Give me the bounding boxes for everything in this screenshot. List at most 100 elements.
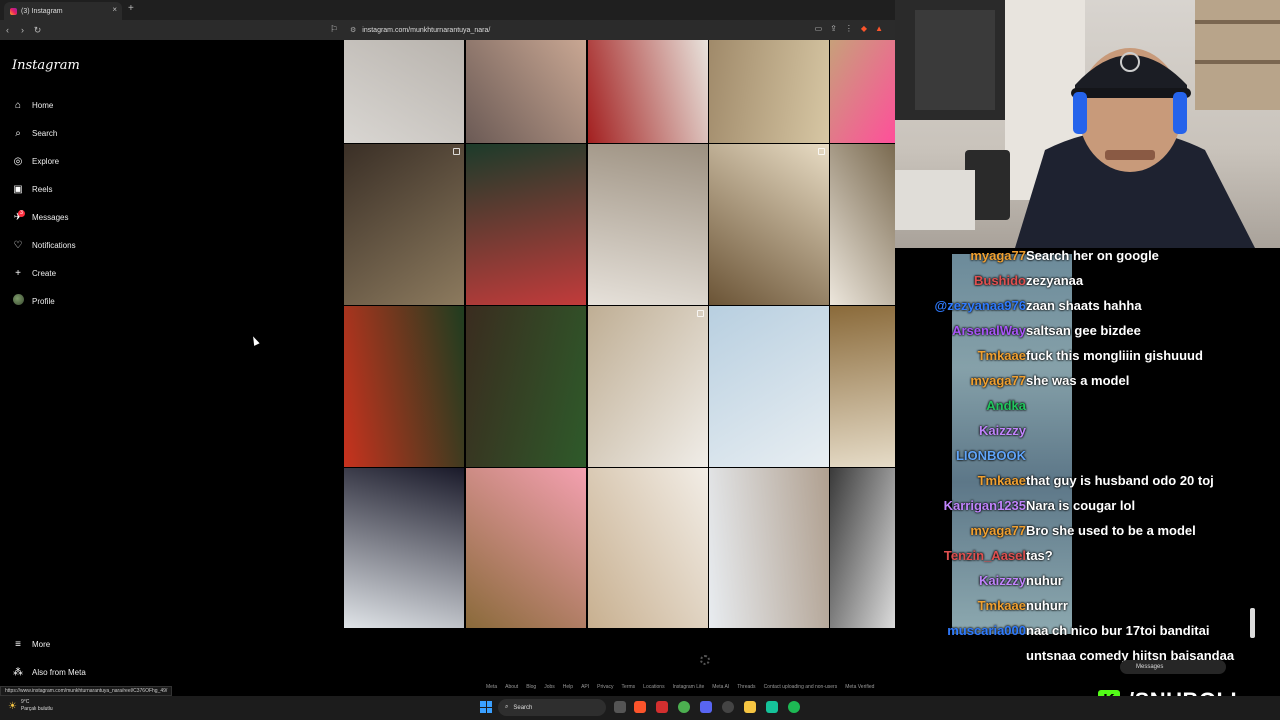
back-icon[interactable]: ‹ [0, 25, 15, 35]
reload-icon[interactable]: ↻ [30, 25, 45, 36]
post-thumbnail[interactable] [588, 468, 708, 628]
weather-desc: Parçalı bulutlu [20, 706, 53, 712]
post-thumbnail[interactable] [466, 306, 586, 467]
file-explorer-icon[interactable] [744, 701, 756, 713]
chat-username: Bushido [974, 273, 1026, 288]
sidebar-item-more[interactable]: ≡ More [12, 637, 50, 651]
new-tab-button[interactable]: + [128, 3, 134, 14]
sidebar-item-profile[interactable]: Profile [12, 294, 55, 308]
chat-message-text: nuhurr [1026, 598, 1068, 613]
share-icon[interactable]: ⇪ [830, 24, 837, 33]
post-thumbnail[interactable] [588, 144, 708, 305]
bookmark-icon[interactable]: ⚐ [330, 24, 338, 35]
chat-username: Kaizzzy [979, 423, 1026, 438]
brave-browser-icon[interactable] [634, 701, 646, 713]
post-thumbnail[interactable] [344, 144, 464, 305]
footer-link[interactable]: Terms [622, 684, 636, 690]
chat-message-text: naa ch nico bur 17toi banditai [1026, 623, 1210, 638]
post-thumbnail[interactable] [830, 144, 895, 305]
post-thumbnail[interactable] [709, 144, 829, 305]
discord-icon[interactable] [700, 701, 712, 713]
chat-username: myaga77 [970, 373, 1026, 388]
avatar [12, 294, 24, 305]
chat-message-text: she was a model [1026, 373, 1130, 388]
post-thumbnail[interactable] [709, 40, 829, 143]
post-thumbnail[interactable] [588, 306, 708, 467]
footer-link[interactable]: Meta [486, 684, 497, 690]
menu-icon[interactable]: ⋮ [845, 24, 853, 33]
kick-app-icon[interactable] [766, 701, 778, 713]
opera-icon[interactable] [656, 701, 668, 713]
sidebar-item-create[interactable]: + Create [12, 266, 56, 280]
post-thumbnail[interactable] [466, 468, 586, 628]
footer-link[interactable]: Threads [737, 684, 755, 690]
weather-widget[interactable]: ☀ 9°C Parçalı bulutlu [8, 699, 53, 713]
sidebar-item-label: Home [32, 100, 54, 110]
post-thumbnail[interactable] [830, 40, 895, 143]
post-thumbnail[interactable] [344, 40, 464, 143]
browser-tab-bar: (3) Instagram × + [0, 0, 895, 20]
footer-link[interactable]: Meta Verified [845, 684, 874, 690]
sidebar-item-explore[interactable]: ◎ Explore [12, 154, 60, 168]
settings-icon[interactable] [722, 701, 734, 713]
chat-message: Bushido zezyanaa [920, 273, 1280, 295]
messages-pill[interactable]: Messages [1120, 660, 1226, 674]
brave-rewards-icon[interactable]: ▲ [875, 24, 883, 33]
site-info-icon[interactable]: ⚙ [350, 26, 356, 34]
profile-avatar [12, 294, 24, 308]
post-thumbnail[interactable] [830, 306, 895, 467]
chat-username: Tmkaae [977, 473, 1026, 488]
footer-link[interactable]: Help [563, 684, 573, 690]
sidebar-item-label: Profile [32, 296, 55, 306]
footer-link[interactable]: Blog [526, 684, 536, 690]
sidebar-item-home[interactable]: ⌂ Home [12, 98, 53, 112]
chat-message-text: saltsan gee bizdee [1026, 323, 1141, 338]
chrome-icon[interactable] [678, 701, 690, 713]
instagram-logo[interactable]: Instagram [12, 58, 80, 73]
footer-link[interactable]: API [581, 684, 589, 690]
footer-link[interactable]: Jobs [544, 684, 555, 690]
search-icon: ⌕ [15, 127, 21, 139]
sidebar-item-notifications[interactable]: ♡ Notifications [12, 238, 76, 252]
chat-message: Tenzin_Aasel tas? [920, 548, 1280, 570]
sidebar-item-reels[interactable]: ▣ Reels [12, 182, 52, 196]
sidebar-item-also-from-meta[interactable]: ⁂ Also from Meta [12, 665, 86, 679]
footer-link[interactable]: Instagram Lite [673, 684, 705, 690]
post-thumbnail[interactable] [344, 306, 464, 467]
sidebar-item-messages[interactable]: ✈ 3 Messages [12, 209, 68, 224]
footer-link[interactable]: Meta AI [712, 684, 729, 690]
chat-message: muscaria000 naa ch nico bur 17toi bandita… [920, 623, 1280, 645]
sidebar-item-search[interactable]: ⌕ Search [12, 126, 57, 140]
post-thumbnail[interactable] [588, 40, 708, 143]
footer-link[interactable]: Locations [643, 684, 664, 690]
url-field[interactable]: ⚙ instagram.com/munkhturnarantuya_nara/ [350, 23, 890, 37]
post-thumbnail[interactable] [709, 306, 829, 467]
taskbar-search[interactable]: ⌕ Search [498, 699, 606, 716]
forward-icon[interactable]: › [15, 25, 30, 35]
post-thumbnail[interactable] [344, 468, 464, 628]
post-thumbnail[interactable] [709, 468, 829, 628]
windows-taskbar: ☀ 9°C Parçalı bulutlu ⌕ Search [0, 696, 1280, 720]
post-thumbnail[interactable] [466, 144, 586, 305]
chat-message-text: fuck this mongliiin gishuuud [1026, 348, 1203, 363]
browser-tab-instagram[interactable]: (3) Instagram × [4, 2, 122, 20]
windows-start-icon[interactable] [480, 701, 492, 713]
url-text: instagram.com/munkhturnarantuya_nara/ [362, 26, 491, 34]
spotify-icon[interactable] [788, 701, 800, 713]
post-thumbnail[interactable] [830, 468, 895, 628]
chat-message: myaga77 Bro she used to be a model [920, 523, 1280, 545]
tab-close-icon[interactable]: × [112, 5, 117, 14]
stream-chat-overlay: myaga77 Search her on google Bushido zezyan… [920, 248, 1280, 688]
footer-link[interactable]: Privacy [597, 684, 613, 690]
footer-link[interactable]: About [505, 684, 518, 690]
cast-icon[interactable]: ▭ [815, 24, 823, 33]
task-view-icon[interactable] [614, 701, 626, 713]
post-thumbnail[interactable] [466, 40, 586, 143]
instagram-sidebar: Instagram ⌂ Home ⌕ Search ◎ Explore ▣ Re… [0, 40, 345, 685]
brave-shield-icon[interactable]: ◆ [861, 24, 867, 33]
chat-message: Kaizzzy nuhur [920, 573, 1280, 595]
chat-scrollbar[interactable] [1250, 608, 1255, 638]
footer-link[interactable]: Contact uploading and non-users [764, 684, 838, 690]
loading-spinner-icon [700, 655, 710, 665]
reel-icon [818, 148, 825, 155]
